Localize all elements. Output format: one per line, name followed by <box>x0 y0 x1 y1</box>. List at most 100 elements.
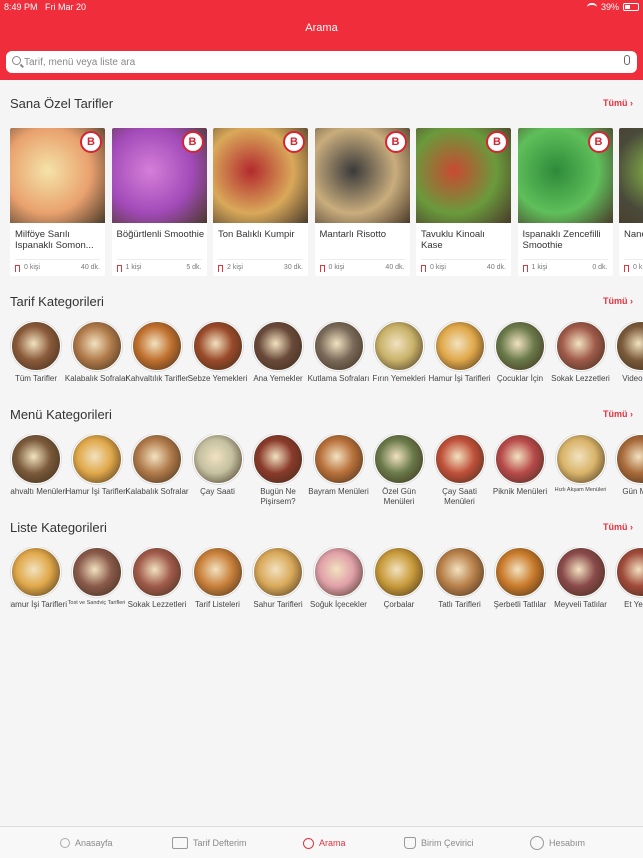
tab-anasayfa[interactable]: Anasayfa <box>57 827 113 858</box>
category-item[interactable]: Sokak Lezzetleri <box>128 547 187 627</box>
category-label: Tarif Listeleri <box>195 600 240 609</box>
brand-badge-icon: B <box>181 131 204 153</box>
category-item[interactable]: Hamur İşi Tarifleri <box>65 434 128 514</box>
category-item[interactable]: Kutlama Sofraları <box>308 321 369 401</box>
recipe-card[interactable]: B Böğürtlenli Smoothie 1 kişi 5 dk. <box>111 128 207 276</box>
category-item[interactable]: Et Yemek <box>615 547 643 627</box>
tab-label: Hesabım <box>549 838 586 848</box>
category-item[interactable]: Tatlı Tarifleri <box>434 547 490 627</box>
recipe-card[interactable]: B Milföye Sarılı Ispanaklı Somon... 0 kişi… <box>10 128 105 276</box>
category-label: Gün Menü <box>622 487 643 496</box>
category-label: Ana Yemekler <box>253 374 303 383</box>
recipe-time: 5 dk. <box>186 264 202 271</box>
microphone-icon[interactable] <box>624 55 630 65</box>
see-all-special-button[interactable]: Tümü › <box>603 98 633 108</box>
category-item[interactable]: Tarif Listeleri <box>192 547 248 627</box>
category-label: Fırın Yemekleri <box>372 374 426 383</box>
category-item[interactable]: Piknik Menüleri <box>493 434 550 514</box>
tab-hesabim[interactable]: Hesabım <box>530 827 585 858</box>
category-item[interactable]: Video Tarif <box>615 321 643 401</box>
recipe-time: 30 dk. <box>283 264 303 271</box>
bookmark-icon[interactable] <box>421 265 426 272</box>
bookmark-icon[interactable] <box>15 265 20 272</box>
recipe-categories-row[interactable]: Tüm Tarifler Kalabalık Sofralar Kahvaltılı… <box>10 321 643 401</box>
see-all-list-categories-button[interactable]: Tümü › <box>603 522 633 532</box>
brand-badge-icon: B <box>587 131 610 153</box>
recipe-persons: 0 kişi <box>328 264 345 271</box>
category-item[interactable]: Meyveli Tatlılar <box>554 547 611 627</box>
category-item[interactable]: Kalabalık Sofralar <box>125 434 189 514</box>
category-image <box>616 321 643 371</box>
category-item[interactable]: Sokak Lezzetleri <box>551 321 611 401</box>
tab-birim-cevirici[interactable]: Birim Çevirici <box>404 827 474 858</box>
category-image <box>495 434 545 484</box>
category-item[interactable]: Ana Yemekler <box>252 321 308 401</box>
category-item[interactable]: Şerbetli Tatlılar <box>494 547 550 627</box>
category-item[interactable]: Çay Saati <box>192 434 248 514</box>
category-item[interactable]: Hamur İşi Tarifleri <box>428 321 491 401</box>
wifi-icon <box>586 3 597 11</box>
bookmark-icon[interactable] <box>319 265 325 272</box>
category-item[interactable]: Hamur İşi Tarifleri <box>10 547 67 627</box>
category-label: Çocuklar İçin <box>496 374 544 383</box>
recipe-title: Nane Dete <box>624 229 643 240</box>
category-image <box>616 434 643 484</box>
see-all-recipe-categories-button[interactable]: Tümü › <box>603 296 633 306</box>
section-title-recipe-categories: Tarif Kategorileri <box>10 294 104 309</box>
category-item[interactable]: Bayram Menüleri <box>308 434 369 514</box>
category-item[interactable]: Kahvaltı Menüleri <box>10 434 67 514</box>
category-label: Bayram Menüleri <box>308 487 369 496</box>
category-image <box>192 321 243 371</box>
recipe-card[interactable]: B Tavuklu Kinoalı Kase 0 kişi 40 dk. <box>416 128 511 276</box>
category-item[interactable]: Çocuklar İçin <box>494 321 550 401</box>
recipe-card[interactable]: B Mantarlı Risotto 0 kişi 40 dk. <box>314 128 410 276</box>
bookmark-icon[interactable] <box>624 265 629 272</box>
category-item[interactable]: Kahvaltılık Tarifler <box>126 321 189 401</box>
recipe-persons: 0 kişi <box>24 264 40 271</box>
tab-bar: Anasayfa Tarif Defterim Arama Birim Çevi… <box>0 826 643 858</box>
category-label: Sahur Tarifleri <box>253 600 303 609</box>
category-label: Piknik Menüleri <box>492 487 548 496</box>
recipe-card[interactable]: B Ton Balıklı Kumpir 2 kişi 30 dk. <box>213 128 308 276</box>
category-image <box>434 321 485 371</box>
category-image <box>192 547 243 597</box>
category-item[interactable]: Tost ve Sandviç Tarifleri <box>68 547 127 627</box>
category-item[interactable]: Kalabalık Sofralar <box>65 321 128 401</box>
category-item[interactable]: Hızlı Akşam Menüleri <box>555 434 611 514</box>
search-input[interactable] <box>24 54 619 70</box>
category-label: Sokak Lezzetleri <box>127 600 187 609</box>
category-image <box>555 434 606 484</box>
category-image <box>434 547 485 597</box>
recipe-cards-row[interactable]: B Milföye Sarılı Ispanaklı Somon... 0 kişi… <box>10 128 643 276</box>
search-bar[interactable] <box>6 51 637 73</box>
category-item[interactable]: Gün Menü <box>615 434 643 514</box>
category-label: Soğuk İçecekler <box>310 600 367 609</box>
recipe-time: 40 dk. <box>385 264 405 271</box>
category-item[interactable]: Sahur Tarifleri <box>252 547 308 627</box>
recipe-card[interactable]: B Ispanaklı Zencefilli Smoothie 1 kişi 0 dk… <box>517 128 613 276</box>
bookmark-icon[interactable] <box>218 265 223 272</box>
tab-label: Birim Çevirici <box>421 838 474 848</box>
bookmark-icon[interactable] <box>116 265 122 272</box>
category-item[interactable]: Çay Saati Menüleri <box>434 434 490 514</box>
category-item[interactable]: Fırın Yemekleri <box>372 321 429 401</box>
bookmark-icon[interactable] <box>522 265 528 272</box>
category-image <box>495 547 545 597</box>
search-icon <box>303 837 314 849</box>
see-all-menu-categories-button[interactable]: Tümü › <box>603 409 633 419</box>
tab-arama[interactable]: Arama <box>303 827 346 858</box>
category-image <box>555 321 606 371</box>
category-item[interactable]: Sebze Yemekleri <box>188 321 248 401</box>
category-label: Şerbetli Tatlılar <box>493 600 547 609</box>
category-item[interactable]: Çorbalar <box>373 547 429 627</box>
tab-tarif-defterim[interactable]: Tarif Defterim <box>172 827 247 858</box>
category-item[interactable]: Özel Gün Menüleri <box>373 434 429 514</box>
category-label: Kalabalık Sofralar <box>64 374 129 383</box>
category-item[interactable]: Tüm Tarifler <box>10 321 66 401</box>
recipe-card[interactable]: BNane Dete0 k <box>619 128 643 276</box>
category-item[interactable]: Soğuk İçecekler <box>310 547 369 627</box>
list-categories-row[interactable]: Hamur İşi Tarifleri Tost ve Sandviç Tarif… <box>10 547 643 627</box>
status-right: 39% <box>586 2 639 12</box>
category-item[interactable]: Bugün Ne Pişirsem? <box>252 434 308 514</box>
menu-categories-row[interactable]: Kahvaltı Menüleri Hamur İşi Tarifleri Kala… <box>10 434 643 514</box>
